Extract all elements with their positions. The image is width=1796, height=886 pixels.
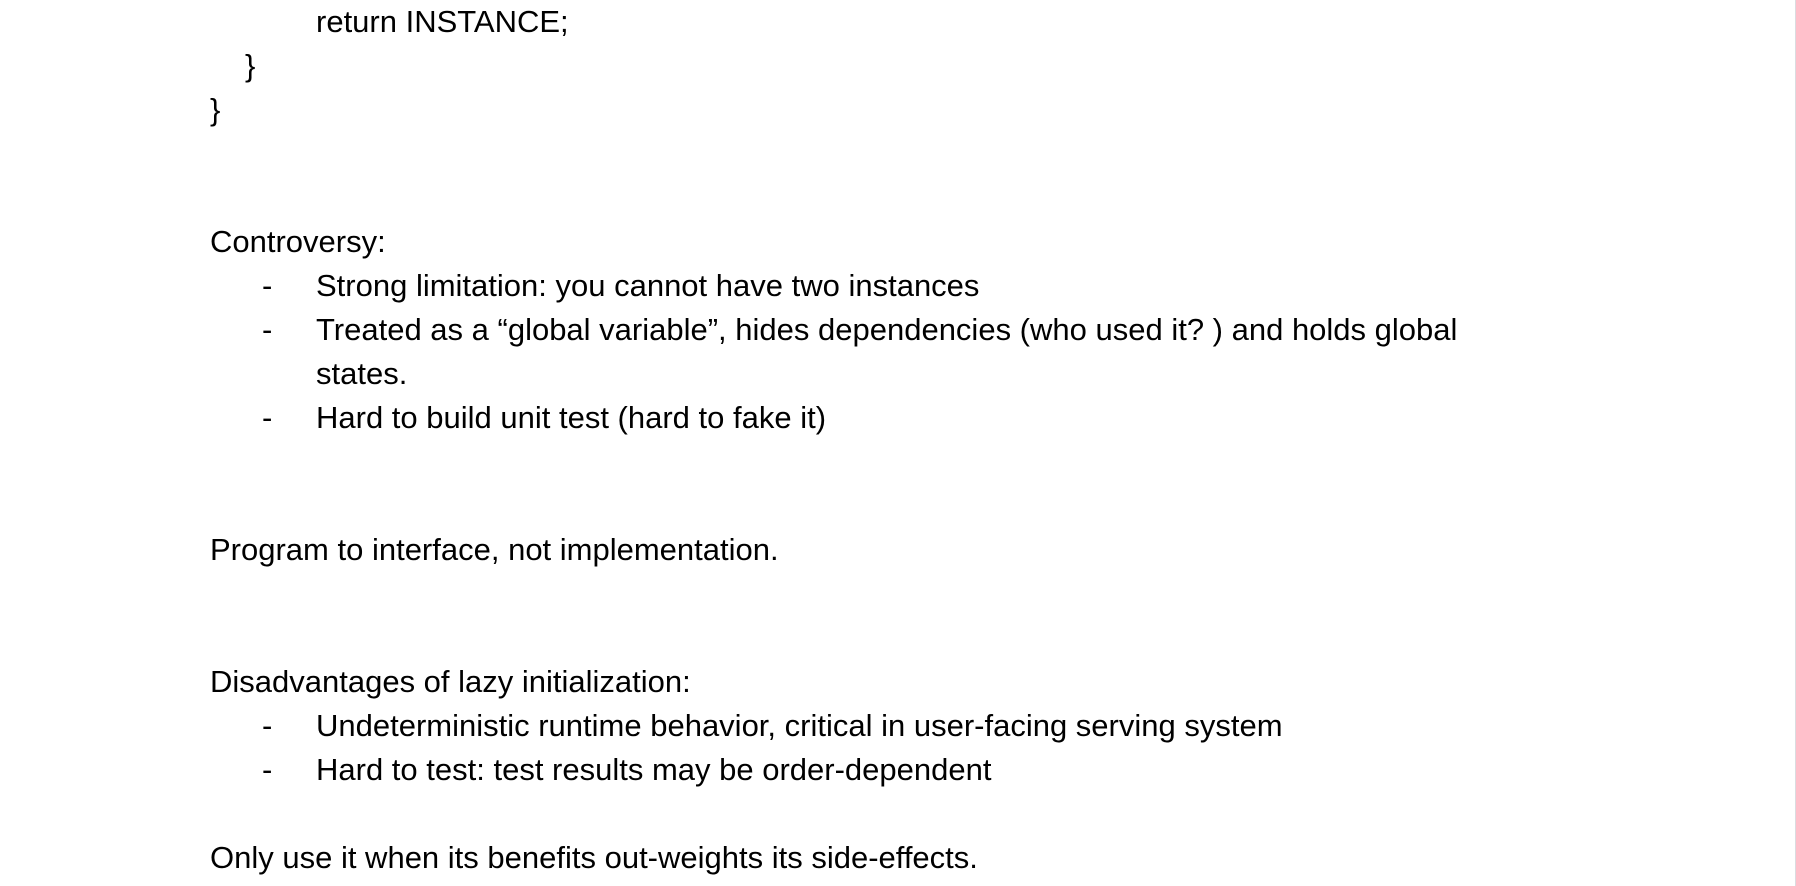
lazy-init-item-1: Undeterministic runtime behavior, critic… (316, 708, 1283, 743)
controversy-item-2: Treated as a “global variable”, hides de… (316, 312, 1458, 347)
lazy-init-item-2: Hard to test: test results may be order-… (316, 752, 992, 787)
code-inner-brace: } (245, 48, 256, 83)
bullet-marker: - (262, 708, 273, 743)
controversy-item-3: Hard to build unit test (hard to fake it… (316, 400, 827, 435)
document-page: return INSTANCE; } } Controversy: - Stro… (0, 0, 1796, 886)
controversy-item-1: Strong limitation: you cannot have two i… (316, 268, 980, 303)
lazy-init-heading: Disadvantages of lazy initialization: (210, 664, 691, 699)
bullet-marker: - (262, 268, 273, 303)
bullet-marker: - (262, 752, 273, 787)
code-return-line: return INSTANCE; (316, 4, 569, 39)
principle-text: Program to interface, not implementation… (210, 532, 779, 567)
bullet-marker: - (262, 312, 273, 347)
code-outer-brace: } (210, 92, 221, 127)
bullet-marker: - (262, 400, 273, 435)
controversy-item-2-continued: states. (316, 356, 408, 391)
conclusion-text: Only use it when its benefits out-weight… (210, 840, 978, 875)
controversy-heading: Controversy: (210, 224, 386, 259)
